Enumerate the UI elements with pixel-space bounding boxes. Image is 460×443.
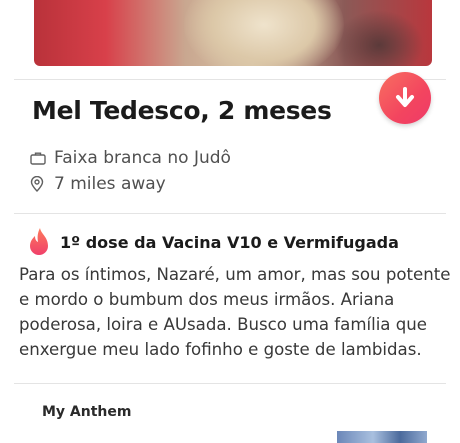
location-pin-icon — [30, 176, 46, 192]
profile-name-age: Mel Tedesco, 2 meses — [32, 96, 332, 125]
divider-middle — [14, 213, 446, 214]
bio-line: Para os íntimos, Nazaré, um amor, mas so… — [19, 265, 451, 284]
arrow-down-icon — [396, 87, 414, 107]
highlight-text: 1º dose da Vacina V10 e Vermifugada — [60, 232, 399, 252]
divider-top — [14, 79, 446, 80]
bio-text: Para os íntimos, Nazaré, um amor, mas so… — [19, 262, 451, 362]
profile-photo[interactable] — [34, 0, 432, 66]
anthem-label: My Anthem — [42, 404, 132, 420]
job-text: Faixa branca no Judô — [54, 148, 231, 168]
distance-row: 7 miles away — [30, 173, 166, 195]
anthem-album-art[interactable] — [337, 431, 427, 443]
distance-text: 7 miles away — [54, 174, 166, 194]
bio-line: enxergue meu lado fofinho e goste de lam… — [19, 340, 422, 359]
flame-icon — [30, 228, 48, 255]
job-row: Faixa branca no Judô — [30, 147, 231, 169]
bio-line: poderosa, loira e AUsada. Busco uma famí… — [19, 315, 428, 334]
highlight-row: 1º dose da Vacina V10 e Vermifugada — [26, 227, 399, 257]
divider-bottom — [14, 383, 446, 384]
bio-line: e mordo o bumbum dos meus irmãos. Ariana — [19, 290, 395, 309]
photo-shadow — [334, 10, 424, 66]
collapse-profile-button[interactable] — [379, 72, 431, 124]
briefcase-icon — [30, 150, 46, 166]
photo-highlight — [184, 0, 344, 66]
